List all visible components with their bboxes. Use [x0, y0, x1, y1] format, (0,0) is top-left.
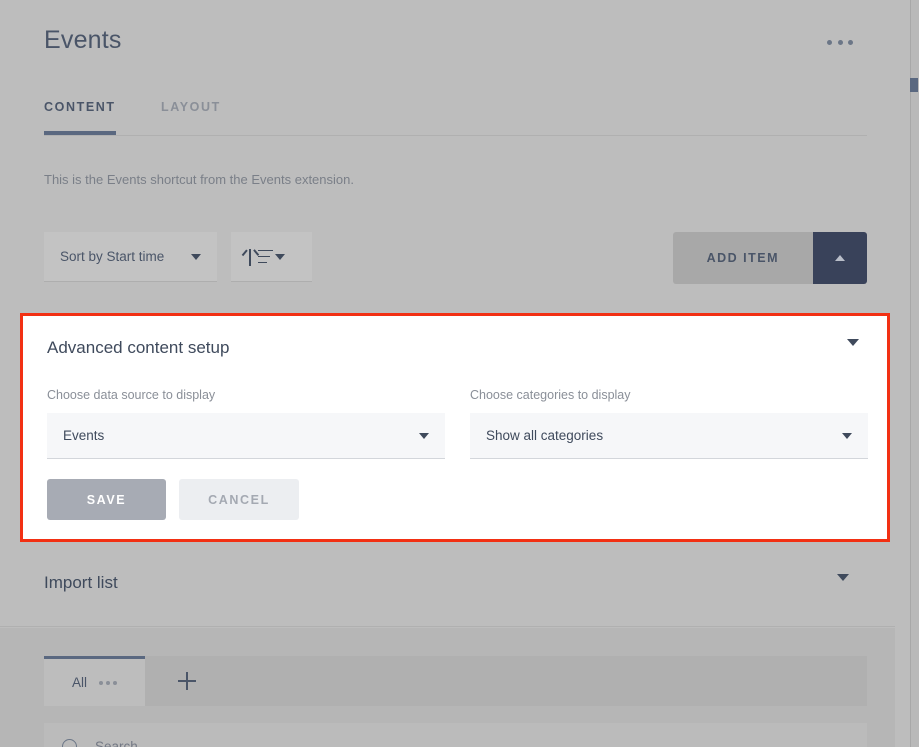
- list-tab-menu-icon[interactable]: [99, 681, 117, 685]
- import-list-section: Import list: [0, 545, 895, 627]
- sort-direction-select[interactable]: [231, 232, 312, 282]
- sort-ascending-icon: [245, 247, 275, 267]
- chevron-down-icon: [191, 254, 201, 260]
- chevron-down-icon: [275, 254, 285, 260]
- tab-layout[interactable]: LAYOUT: [161, 100, 221, 134]
- chevron-down-icon: [419, 433, 429, 439]
- add-item-dropdown-toggle[interactable]: [813, 232, 867, 284]
- page-title: Events: [44, 26, 122, 55]
- search-input-placeholder: Search: [95, 739, 138, 747]
- search-bar[interactable]: Search: [44, 723, 867, 747]
- caret-up-icon: [835, 255, 845, 261]
- data-source-field: Choose data source to display Events: [47, 388, 445, 459]
- categories-label: Choose categories to display: [470, 388, 868, 402]
- vertical-scrollbar-thumb[interactable]: [910, 78, 918, 92]
- tabbar: CONTENT LAYOUT: [44, 100, 867, 136]
- list-tabbar: All: [44, 656, 867, 706]
- plus-icon: [178, 672, 196, 690]
- data-source-value: Events: [63, 428, 419, 443]
- search-icon: [62, 739, 77, 747]
- ellipsis-dot-icon: [827, 40, 832, 45]
- ellipsis-dot-icon: [838, 40, 843, 45]
- advanced-panel-actions: SAVE CANCEL: [47, 479, 299, 520]
- advanced-panel-collapse-toggle[interactable]: [847, 346, 859, 364]
- item-list-area: All Search: [0, 628, 895, 747]
- add-item-button[interactable]: ADD ITEM: [673, 232, 813, 284]
- ellipsis-dot-icon: [848, 40, 853, 45]
- advanced-content-setup-panel: Advanced content setup Choose data sourc…: [20, 313, 890, 542]
- categories-select[interactable]: Show all categories: [470, 413, 868, 459]
- page-description: This is the Events shortcut from the Eve…: [44, 172, 354, 187]
- save-button[interactable]: SAVE: [47, 479, 166, 520]
- list-tab-all[interactable]: All: [44, 656, 145, 706]
- import-list-collapse-toggle[interactable]: [837, 581, 849, 599]
- list-tab-label: All: [72, 675, 87, 690]
- cancel-button[interactable]: CANCEL: [179, 479, 299, 520]
- advanced-panel-header: Advanced content setup: [23, 316, 887, 384]
- vertical-scrollbar-track[interactable]: [910, 0, 919, 747]
- sort-by-select[interactable]: Sort by Start time: [44, 232, 217, 282]
- import-list-title: Import list: [44, 573, 118, 593]
- chevron-down-icon: [842, 433, 852, 439]
- categories-field: Choose categories to display Show all ca…: [470, 388, 868, 459]
- sort-by-value: Sort by Start time: [60, 249, 191, 264]
- overflow-menu-button[interactable]: [827, 32, 853, 52]
- tab-content[interactable]: CONTENT: [44, 100, 116, 134]
- data-source-label: Choose data source to display: [47, 388, 445, 402]
- advanced-panel-title: Advanced content setup: [47, 338, 229, 358]
- chevron-down-icon: [847, 339, 859, 363]
- chevron-down-icon: [837, 574, 849, 598]
- page-header: Events CONTENT LAYOUT This is the Events…: [0, 0, 895, 306]
- add-tab-button[interactable]: [145, 656, 229, 706]
- content-toolbar: Sort by Start time ADD ITEM: [0, 232, 895, 284]
- add-item-split-button: ADD ITEM: [673, 232, 867, 284]
- categories-value: Show all categories: [486, 428, 842, 443]
- data-source-select[interactable]: Events: [47, 413, 445, 459]
